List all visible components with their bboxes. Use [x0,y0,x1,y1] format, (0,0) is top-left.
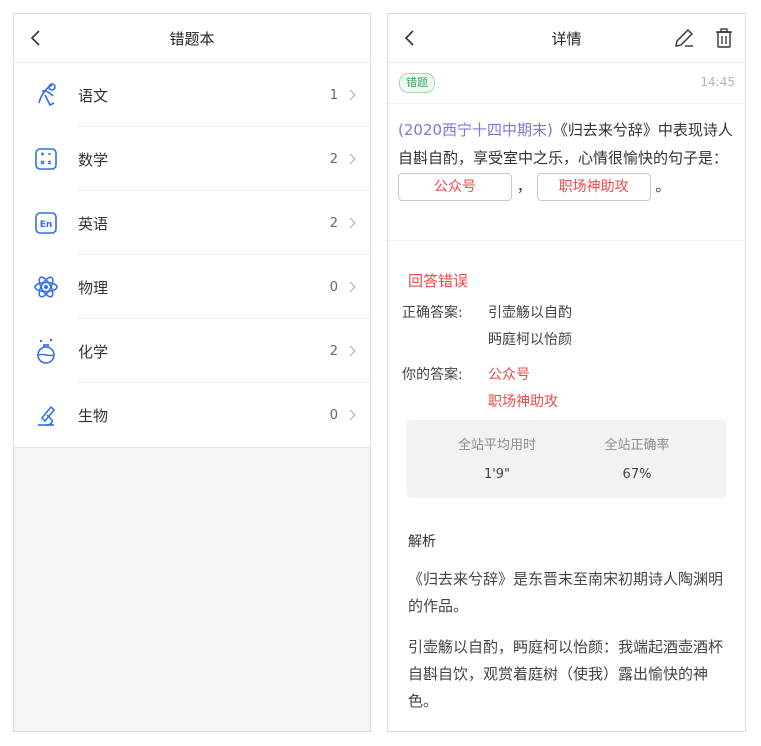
subject-list: 语文 1 数学 2 En 英语 2 物理 0 化学 2 生物 0 [14,63,370,448]
english-icon: En [35,212,57,234]
subject-item-physics[interactable]: 物理 0 [14,255,370,319]
wrong-question-book-panel: 错题本 语文 1 数学 2 En 英语 2 物理 0 化学 2 生物 0 [13,13,371,732]
english-icon-text: En [40,220,53,230]
question-text: (2020西宁十四中期末)《归去来兮辞》中表现诗人自斟自酌，享受室中之乐，心情很… [388,104,745,241]
analysis-paragraph-2: 引壶觞以自酌，眄庭柯以怡颜：我端起酒壶酒杯自斟自饮，观赏着庭树（使我）露出愉快的… [408,638,724,710]
chevron-right-icon [349,217,356,229]
answer-blank-1: 公众号 [398,172,512,201]
chevron-right-icon [349,281,356,293]
your-answer-1: 公众号 [488,367,530,383]
edit-pencil-icon[interactable] [673,27,695,49]
avg-time-stat: 全站平均用时 1'9" [427,434,567,482]
subject-label: 英语 [78,214,109,233]
correct-answer-2: 眄庭柯以怡颜 [488,332,572,348]
subject-item-chinese[interactable]: 语文 1 [14,63,370,127]
question-source: (2020西宁十四中期末) [398,121,553,139]
correct-answer-label: 正确答案: [402,305,463,321]
subject-count: 0 [329,407,338,423]
microscope-icon [38,405,56,426]
math-icon [35,148,57,170]
analysis-paragraph-1: 《归去来兮辞》是东晋末至南宋初期诗人陶渊明的作品。 [408,570,724,615]
back-arrow-icon[interactable] [400,28,420,48]
literature-icon [38,83,56,107]
subject-label: 数学 [78,150,109,169]
accuracy-stat: 全站正确率 67% [567,434,707,482]
subject-item-math[interactable]: 数学 2 [14,127,370,191]
avg-time-value: 1'9" [483,467,511,482]
page-title: 错题本 [169,29,215,48]
chevron-right-icon [349,345,356,357]
wrong-tag-badge: 错题 [399,73,435,93]
subject-label: 化学 [78,342,109,361]
chevron-right-icon [349,409,356,421]
accuracy-value: 67% [622,467,652,482]
avg-time-label: 全站平均用时 [457,438,536,453]
answer-blank-2: 职场神助攻 [536,172,651,201]
result-status: 回答错误 [408,272,469,290]
page-title: 详情 [551,29,582,48]
subject-label: 物理 [78,278,109,297]
subject-count: 2 [329,215,338,231]
your-answer-2: 职场神助攻 [488,394,558,410]
nav-bar: 错题本 [14,14,370,63]
chevron-right-icon [349,89,356,101]
subject-count: 2 [329,343,338,359]
stats-box: 全站平均用时 1'9" 全站正确率 67% [407,420,727,498]
question-end: 。 [655,177,671,195]
blank-separator: ， [516,177,532,195]
timestamp: 14:45 [700,75,735,89]
subject-label: 语文 [78,86,109,105]
analysis-title: 解析 [408,534,436,550]
subject-item-biology[interactable]: 生物 0 [14,383,370,447]
correct-answer-1: 引壶觞以自酌 [488,305,572,321]
atom-icon [34,276,58,298]
subject-count: 2 [329,151,338,167]
meta-row: 错题 14:45 [388,63,745,104]
subject-label: 生物 [78,406,109,425]
your-answer-label: 你的答案: [402,367,463,383]
subject-count: 1 [329,87,338,103]
subject-item-chemistry[interactable]: 化学 2 [14,319,370,383]
flask-icon [37,338,55,364]
trash-icon[interactable] [713,27,735,49]
accuracy-label: 全站正确率 [604,438,670,453]
subject-count: 0 [329,279,338,295]
chevron-right-icon [349,153,356,165]
back-arrow-icon[interactable] [26,28,46,48]
subject-item-english[interactable]: En 英语 2 [14,191,370,255]
nav-bar: 详情 [388,14,745,63]
question-detail-panel: 详情 错题 14:45 (2020西宁十四中期末)《归去来兮辞》中表现诗人自斟自… [387,13,746,732]
